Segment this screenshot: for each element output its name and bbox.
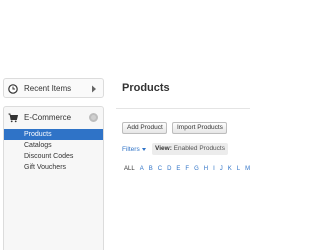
alpha-letter[interactable]: G [194,165,199,174]
view-selector[interactable]: View: Enabled Products [152,143,228,155]
ecommerce-header[interactable]: E-Commerce [4,107,103,129]
title-divider [116,108,250,109]
chevron-right-icon[interactable] [91,85,97,93]
alpha-letter[interactable]: E [176,165,180,174]
alpha-letter[interactable]: I [213,165,215,174]
alpha-letter[interactable]: M [245,165,250,174]
alpha-letter[interactable]: C [158,165,162,174]
alphabet-filter: ALL A B C D E F G H I J K L M [124,165,255,174]
import-products-button[interactable]: Import Products [172,122,227,134]
alpha-letter[interactable]: L [237,165,240,174]
clock-icon [8,84,18,94]
add-product-button[interactable]: Add Product [122,122,167,134]
sidebar-item-gift-vouchers[interactable]: Gift Vouchers [4,162,103,173]
gear-icon[interactable] [89,113,98,122]
main-content: Products Add Product Import Products Fil… [108,0,250,250]
alpha-letter[interactable]: H [204,165,208,174]
recent-items-header[interactable]: Recent Items [4,79,103,99]
sidebar: Recent Items E-Commerce Products Catalog… [0,0,107,250]
alpha-letter[interactable]: A [140,165,144,174]
sidebar-item-discount-codes[interactable]: Discount Codes [4,151,103,162]
alpha-letter[interactable]: B [149,165,153,174]
alpha-letter[interactable]: D [167,165,171,174]
alpha-letter[interactable]: F [185,165,189,174]
filters-label: Filters [122,146,140,153]
sidebar-item-products[interactable]: Products [4,129,103,140]
alpha-letter[interactable]: K [228,165,232,174]
alpha-letter[interactable]: J [220,165,223,174]
page-title: Products [122,82,170,94]
ecommerce-label: E-Commerce [24,113,72,122]
ecommerce-nav: Products Catalogs Discount Codes Gift Vo… [4,129,103,173]
recent-items-label: Recent Items [24,84,72,93]
sidebar-item-catalogs[interactable]: Catalogs [4,140,103,151]
view-value: Enabled Products [173,145,225,152]
view-label: View: [155,145,172,152]
recent-items-panel[interactable]: Recent Items [3,78,104,98]
caret-down-icon [141,147,146,151]
shopping-cart-icon [8,113,18,123]
ecommerce-panel: E-Commerce Products Catalogs Discount Co… [3,106,104,250]
alpha-all[interactable]: ALL [124,165,135,174]
filters-toggle[interactable]: Filters [122,145,146,154]
